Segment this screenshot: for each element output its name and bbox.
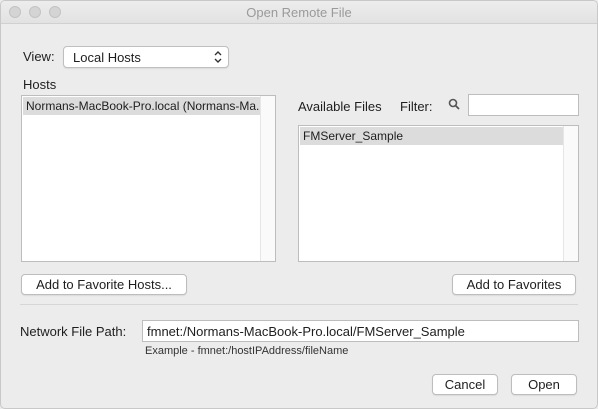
- network-file-path-value: fmnet:/Normans-MacBook-Pro.local/FMServe…: [147, 324, 465, 339]
- cancel-button[interactable]: Cancel: [432, 374, 498, 395]
- add-to-favorite-hosts-button[interactable]: Add to Favorite Hosts...: [21, 274, 187, 295]
- hosts-list[interactable]: Normans-MacBook-Pro.local (Normans-Ma...: [21, 95, 276, 262]
- hosts-scrollbar[interactable]: [260, 96, 275, 261]
- available-files-list[interactable]: FMServer_Sample: [298, 125, 579, 262]
- open-button[interactable]: Open: [511, 374, 577, 395]
- path-example-text: Example - fmnet:/hostIPAddress/fileName: [145, 345, 349, 357]
- open-remote-file-dialog: Open Remote File View: Local Hosts Hosts…: [0, 0, 598, 409]
- magnifier-icon: [448, 98, 460, 110]
- add-to-favorites-button[interactable]: Add to Favorites: [452, 274, 576, 295]
- list-item[interactable]: Normans-MacBook-Pro.local (Normans-Ma...: [23, 97, 260, 115]
- title-bar: Open Remote File: [1, 1, 597, 24]
- filter-label: Filter:: [400, 99, 433, 114]
- view-select[interactable]: Local Hosts: [63, 46, 229, 68]
- list-item[interactable]: FMServer_Sample: [300, 127, 563, 145]
- view-label: View:: [23, 49, 55, 64]
- network-file-path-label: Network File Path:: [20, 324, 127, 339]
- view-select-value: Local Hosts: [73, 50, 141, 65]
- section-divider: [20, 304, 578, 305]
- updown-arrows-icon: [214, 51, 222, 63]
- network-file-path-input[interactable]: fmnet:/Normans-MacBook-Pro.local/FMServe…: [142, 320, 579, 342]
- files-scrollbar[interactable]: [563, 126, 578, 261]
- window-title: Open Remote File: [246, 5, 352, 20]
- filter-input[interactable]: [468, 94, 579, 116]
- hosts-label: Hosts: [23, 77, 57, 92]
- available-files-label: Available Files: [298, 99, 382, 114]
